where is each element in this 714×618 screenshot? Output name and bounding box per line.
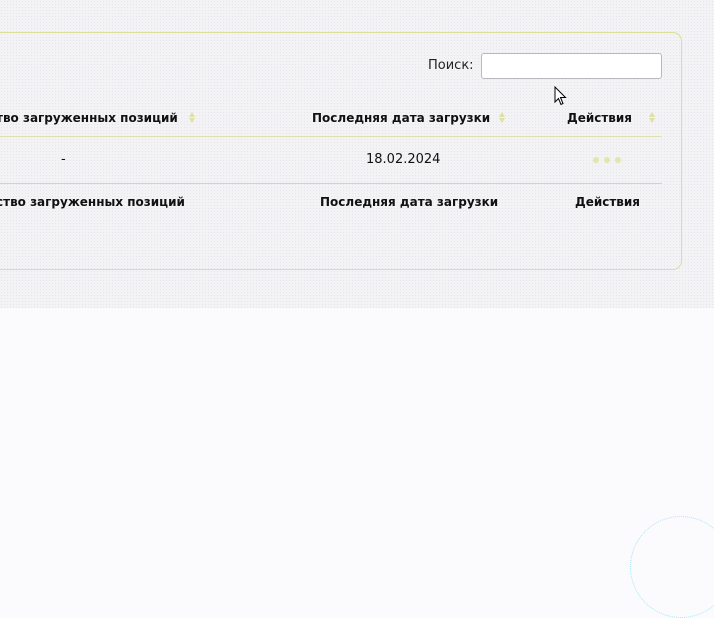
search-label: Поиск: [428,58,474,73]
sort-icon[interactable] [649,111,655,125]
header-actions[interactable]: Действия [567,111,632,125]
cell-last-date: 18.02.2024 [366,152,441,167]
header-divider [0,136,662,137]
search-input[interactable] [481,53,662,79]
footer-actions: Действия [575,195,641,209]
footer-loaded-count: ство загруженных позиций [0,195,185,209]
cell-loaded-count: - [61,152,66,167]
actions-menu-icon[interactable] [593,157,621,163]
header-last-date[interactable]: Последняя дата загрузки [312,111,490,125]
footer-last-date: Последняя дата загрузки [320,195,499,209]
sort-icon[interactable] [499,111,505,125]
mouse-cursor-icon [554,86,567,106]
sort-icon[interactable] [189,111,195,125]
header-loaded-count[interactable]: тво загруженных позиций [0,111,178,125]
floating-widget[interactable] [630,516,714,618]
row-divider [0,183,662,184]
